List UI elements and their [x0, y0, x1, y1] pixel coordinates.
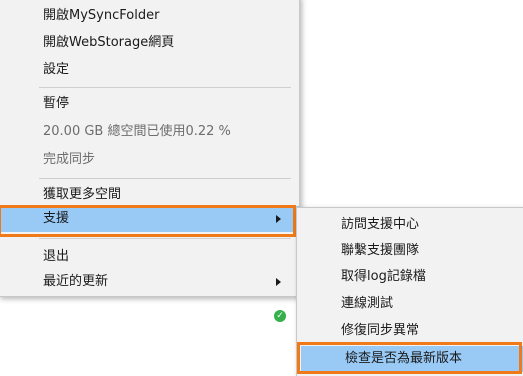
submenu-item-support-center[interactable]: 訪問支援中心 — [297, 212, 523, 238]
menu-item-sync-complete: 完成同步 — [0, 147, 299, 173]
submenu-arrow-icon — [276, 215, 281, 223]
submenu-item-label: 聯繫支援團隊 — [341, 243, 420, 258]
submenu-item-label: 修復同步異常 — [341, 323, 420, 338]
menu-item-label: 退出 — [43, 249, 70, 264]
submenu-item-repair-sync[interactable]: 修復同步異常 — [297, 318, 523, 344]
menu-separator — [39, 238, 291, 239]
submenu-item-label: 取得log記錄檔 — [341, 269, 426, 284]
menu-item-recent-updates[interactable]: 最近的更新 — [0, 269, 299, 295]
menu-item-pause[interactable]: 暫停 — [0, 91, 299, 117]
menu-item-settings[interactable]: 設定 — [0, 57, 299, 83]
menu-separator — [39, 178, 291, 179]
submenu-item-label: 連線測試 — [341, 296, 394, 311]
menu-item-support[interactable]: 支援 — [0, 206, 299, 232]
menu-item-label: 支援 — [43, 211, 70, 226]
menu-item-label: 開啟WebStorage網頁 — [43, 35, 175, 50]
submenu-item-get-log[interactable]: 取得log記錄檔 — [297, 264, 523, 290]
menu-item-label: 獲取更多空間 — [43, 187, 122, 202]
menu-item-label: 完成同步 — [43, 152, 96, 167]
menu-item-label: 20.00 GB 總空間已使用0.22 % — [43, 124, 231, 139]
submenu-item-label: 訪問支援中心 — [341, 217, 420, 232]
menu-item-get-more-space[interactable]: 獲取更多空間 — [0, 182, 299, 208]
menu-item-label: 設定 — [43, 62, 70, 77]
check-status-icon: ✓ — [274, 310, 286, 322]
menu-item-open-webstorage[interactable]: 開啟WebStorage網頁 — [0, 30, 299, 56]
menu-item-label: 開啟MySyncFolder — [43, 8, 160, 23]
menu-separator — [39, 87, 291, 88]
menu-item-exit[interactable]: 退出 — [0, 244, 299, 270]
submenu-item-check-update[interactable]: 檢查是否為最新版本 — [301, 346, 523, 372]
context-menu: 開啟MySyncFolder 開啟WebStorage網頁 設定 暫停 20.0… — [0, 0, 300, 297]
menu-item-storage-usage: 20.00 GB 總空間已使用0.22 % — [0, 119, 299, 145]
menu-item-label: 最近的更新 — [43, 274, 109, 289]
submenu-item-connection-test[interactable]: 連線測試 — [297, 291, 523, 317]
submenu-arrow-icon — [276, 278, 281, 286]
menu-item-label: 暫停 — [43, 96, 70, 111]
support-submenu: 訪問支援中心 聯繫支援團隊 取得log記錄檔 連線測試 修復同步異常 檢查是否為… — [296, 207, 523, 376]
submenu-item-label: 檢查是否為最新版本 — [345, 351, 463, 366]
submenu-item-contact-support[interactable]: 聯繫支援團隊 — [297, 238, 523, 264]
menu-item-open-mysyncfolder[interactable]: 開啟MySyncFolder — [0, 3, 299, 29]
